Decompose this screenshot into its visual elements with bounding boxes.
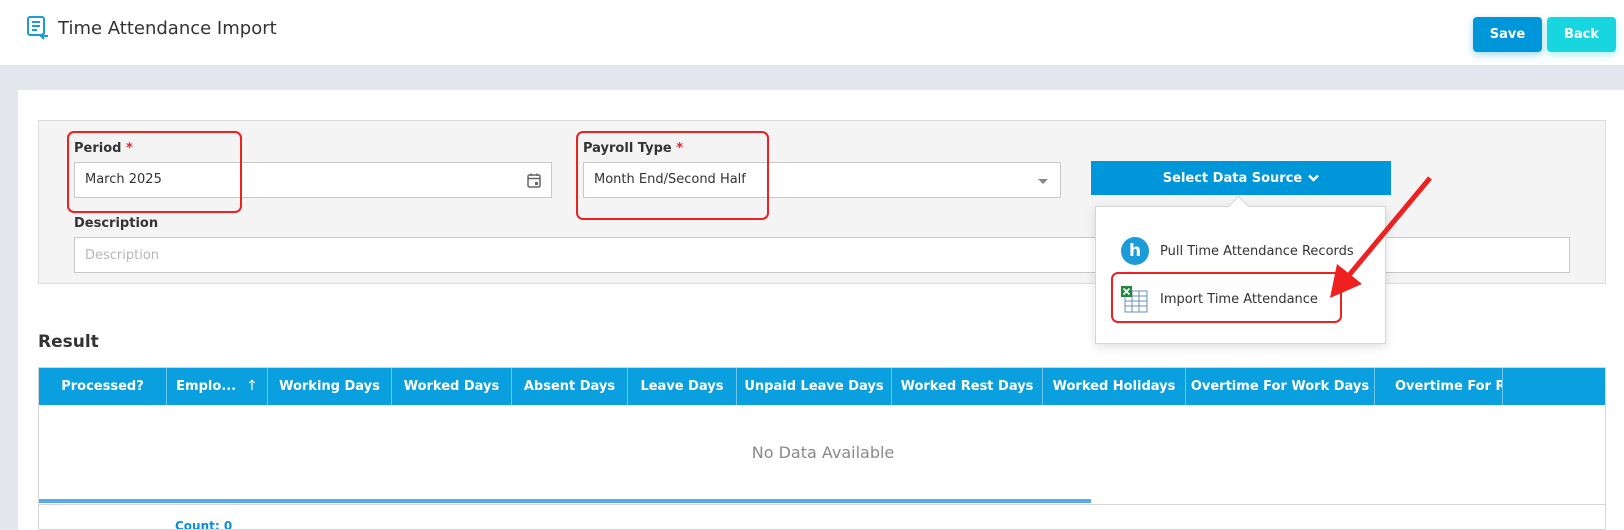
top-bar: Time Attendance Import Save Back <box>0 0 1624 66</box>
chevron-down-icon <box>1308 174 1320 182</box>
column-header-absent-days[interactable]: Absent Days <box>512 368 628 405</box>
required-mark: * <box>125 141 133 156</box>
column-header-leave-days[interactable]: Leave Days <box>628 368 737 405</box>
period-label: Period * <box>74 141 133 156</box>
column-header-overtime-rest-days[interactable]: Overtime For Res <box>1375 368 1503 405</box>
import-document-icon <box>27 16 48 40</box>
period-label-text: Period <box>74 141 122 156</box>
calendar-icon[interactable] <box>527 173 541 188</box>
chevron-down-icon[interactable] <box>1038 179 1048 184</box>
horizontal-scrollbar[interactable] <box>39 499 1091 503</box>
payroll-type-select[interactable]: Month End/Second Half <box>583 162 1061 198</box>
column-header-worked-rest-days[interactable]: Worked Rest Days <box>892 368 1043 405</box>
description-label: Description <box>74 216 159 231</box>
column-header-employee[interactable]: Emplo... ↑ <box>167 368 268 405</box>
menu-item-label: Pull Time Attendance Records <box>1160 243 1354 259</box>
result-grid: Processed? Emplo... ↑ Working Days Worked… <box>38 367 1606 530</box>
empty-state: No Data Available <box>751 443 895 462</box>
column-header-working-days[interactable]: Working Days <box>268 368 392 405</box>
sort-ascending-icon[interactable]: ↑ <box>246 368 258 405</box>
h-circle-icon: h <box>1121 237 1149 265</box>
excel-grid-icon <box>1121 285 1148 312</box>
column-header-overtime-work-days[interactable]: Overtime For Work Days <box>1186 368 1375 405</box>
menu-item-import-time-attendance[interactable]: Import Time Attendance <box>1096 277 1385 321</box>
page-title: Time Attendance Import <box>58 18 277 39</box>
column-header-worked-days[interactable]: Worked Days <box>392 368 512 405</box>
record-count: Count: 0 <box>175 519 233 530</box>
period-value: March 2025 <box>85 172 162 187</box>
required-mark: * <box>676 141 684 156</box>
menu-item-pull-records[interactable]: h Pull Time Attendance Records <box>1096 229 1385 273</box>
back-button[interactable]: Back <box>1547 17 1616 52</box>
column-header-processed[interactable]: Processed? <box>39 368 167 405</box>
result-title: Result <box>38 332 99 352</box>
payroll-type-label-text: Payroll Type <box>583 141 672 156</box>
payroll-type-value: Month End/Second Half <box>594 172 746 187</box>
divider <box>39 504 1605 505</box>
grid-header: Processed? Emplo... ↑ Working Days Worked… <box>39 368 1605 405</box>
column-header-label: Emplo... <box>176 379 237 394</box>
save-button[interactable]: Save <box>1473 17 1542 52</box>
payroll-type-label: Payroll Type * <box>583 141 683 156</box>
select-data-source-button[interactable]: Select Data Source <box>1091 161 1391 195</box>
period-input[interactable]: March 2025 <box>74 162 552 198</box>
menu-item-label: Import Time Attendance <box>1160 291 1318 307</box>
select-data-source-label: Select Data Source <box>1162 170 1303 186</box>
column-header-unpaid-leave-days[interactable]: Unpaid Leave Days <box>737 368 892 405</box>
column-header-worked-holidays[interactable]: Worked Holidays <box>1043 368 1186 405</box>
data-source-menu: h Pull Time Attendance Records Import Ti… <box>1095 206 1386 344</box>
